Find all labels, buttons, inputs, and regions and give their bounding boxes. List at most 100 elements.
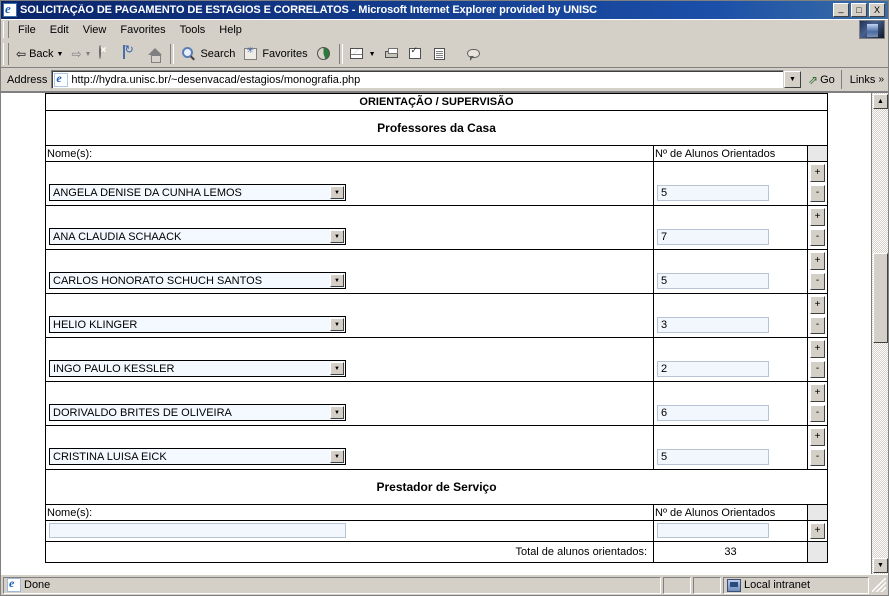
maximize-button[interactable]: □ [851,3,867,17]
add-row-button[interactable]: + [810,296,825,314]
links-button[interactable]: Links » [840,70,888,89]
menu-item-edit[interactable]: Edit [43,22,76,38]
remove-row-button[interactable]: - [810,228,825,246]
scroll-up-button[interactable]: ▲ [873,94,888,109]
chevron-down-icon[interactable]: ▼ [330,186,344,199]
menu-item-file[interactable]: File [11,22,43,38]
remove-row-button[interactable]: - [810,184,825,202]
go-button[interactable]: ⇗ Go [802,73,841,87]
professor-name-cell: HELIO KLINGER ▼ [45,293,654,338]
professor-select-box[interactable]: INGO PAULO KESSLER ▼ [49,360,346,377]
address-input[interactable]: http://hydra.unisc.br/~desenvacad/estagi… [51,70,784,89]
messenger-button[interactable] [462,43,486,65]
close-button[interactable]: X [869,3,885,17]
alunos-input[interactable]: 3 [657,317,769,333]
add-row-button[interactable]: + [810,252,825,270]
back-button[interactable]: ⇦ Back ▼ [12,43,67,65]
menu-item-tools[interactable]: Tools [173,22,213,38]
add-row-button[interactable]: + [810,208,825,226]
go-arrow-icon: ⇗ [808,72,819,87]
minimize-icon: _ [838,3,844,13]
forward-button[interactable]: ⇨ ▼ [67,43,95,65]
chevron-down-icon[interactable]: ▼ [330,406,344,419]
remove-row-button[interactable]: - [810,360,825,378]
add-row-button[interactable]: + [810,340,825,358]
address-dropdown-button[interactable]: ▼ [784,71,801,88]
alunos-value: 2 [661,363,668,375]
alunos-input[interactable]: 5 [657,273,769,289]
print-button[interactable] [380,43,404,65]
back-dropdown-icon[interactable]: ▼ [57,51,64,58]
chevron-down-icon[interactable]: ▼ [330,450,344,463]
alunos-value: 7 [661,231,668,243]
row-actions-cell: + - [806,381,829,426]
menu-item-help[interactable]: Help [212,22,249,38]
professor-select-box[interactable]: ANGELA DENISE DA CUNHA LEMOS ▼ [49,184,346,201]
status-panel-3 [693,576,721,594]
prestador-alunos-input[interactable] [657,523,769,538]
alunos-input[interactable]: 2 [657,361,769,377]
table-row: ANA CLAUDIA SCHAACK ▼ 7 + - [45,205,829,250]
brand-logo-icon [859,20,885,39]
professor-select[interactable]: ANA CLAUDIA SCHAACK ▼ [49,228,346,245]
zone-label: Local intranet [744,579,811,591]
prestador-name-input[interactable] [49,523,346,538]
professor-select[interactable]: HELIO KLINGER ▼ [49,316,346,333]
stop-button[interactable]: × [95,43,119,65]
professor-select[interactable]: CRISTINA LUISA EICK ▼ [49,448,346,465]
professor-alunos-cell: 5 [653,249,808,294]
professor-select-box[interactable]: DORIVALDO BRITES DE OLIVEIRA ▼ [49,404,346,421]
alunos-input[interactable]: 7 [657,229,769,245]
discuss-button[interactable] [428,43,452,65]
professor-select-box[interactable]: HELIO KLINGER ▼ [49,316,346,333]
remove-row-button[interactable]: - [810,404,825,422]
chevron-down-icon[interactable]: ▼ [330,230,344,243]
add-row-button[interactable]: + [810,384,825,402]
add-row-button[interactable]: + [810,523,825,539]
remove-row-button[interactable]: - [810,316,825,334]
form-header-row: ORIENTAÇÃO / SUPERVISÃO [44,93,829,111]
maximize-icon: □ [856,5,862,15]
edit-button[interactable] [404,43,428,65]
professor-select-box[interactable]: CRISTINA LUISA EICK ▼ [49,448,346,465]
chevron-down-icon[interactable]: ▼ [330,274,344,287]
professor-select-box[interactable]: CARLOS HONORATO SCHUCH SANTOS ▼ [49,272,346,289]
home-button[interactable] [143,43,167,65]
alunos-input[interactable]: 5 [657,185,769,201]
professor-select-box[interactable]: ANA CLAUDIA SCHAACK ▼ [49,228,346,245]
chevron-down-icon[interactable]: ▼ [330,362,344,375]
toolbar-drag-grip[interactable] [3,43,9,65]
professor-select-value: HELIO KLINGER [53,318,138,331]
mail-dropdown-icon[interactable]: ▼ [369,51,376,58]
row-actions-cell: + - [806,249,829,294]
menu-drag-grip[interactable] [3,21,9,38]
scrollbar-thumb[interactable] [873,253,888,343]
favorites-button[interactable]: Favorites [239,43,311,65]
menu-item-view[interactable]: View [76,22,114,38]
menu-bar: File Edit View Favorites Tools Help [1,19,888,41]
professor-select[interactable]: ANGELA DENISE DA CUNHA LEMOS ▼ [49,184,346,201]
resize-grip[interactable] [872,578,886,592]
professor-select[interactable]: INGO PAULO KESSLER ▼ [49,360,346,377]
vertical-scrollbar[interactable]: ▲ ▼ [871,93,888,574]
add-row-button[interactable]: + [810,164,825,182]
security-zone-panel[interactable]: Local intranet [723,576,869,594]
refresh-button[interactable] [119,43,143,65]
professor-select[interactable]: CARLOS HONORATO SCHUCH SANTOS ▼ [49,272,346,289]
chevron-down-icon[interactable]: ▼ [330,318,344,331]
alunos-input[interactable]: 5 [657,449,769,465]
professor-select[interactable]: DORIVALDO BRITES DE OLIVEIRA ▼ [49,404,346,421]
minimize-button[interactable]: _ [833,3,849,17]
scroll-down-button[interactable]: ▼ [873,558,888,573]
toolbar-separator-1 [170,44,175,64]
menu-item-favorites[interactable]: Favorites [113,22,172,38]
table-row: CRISTINA LUISA EICK ▼ 5 + - [45,425,829,470]
add-row-button[interactable]: + [810,428,825,446]
history-button[interactable] [312,43,336,65]
search-button[interactable]: Search [177,43,239,65]
alunos-input[interactable]: 6 [657,405,769,421]
remove-row-button[interactable]: - [810,448,825,466]
mail-button[interactable]: ▼ [346,43,380,65]
forward-dropdown-icon[interactable]: ▼ [85,51,92,58]
remove-row-button[interactable]: - [810,272,825,290]
